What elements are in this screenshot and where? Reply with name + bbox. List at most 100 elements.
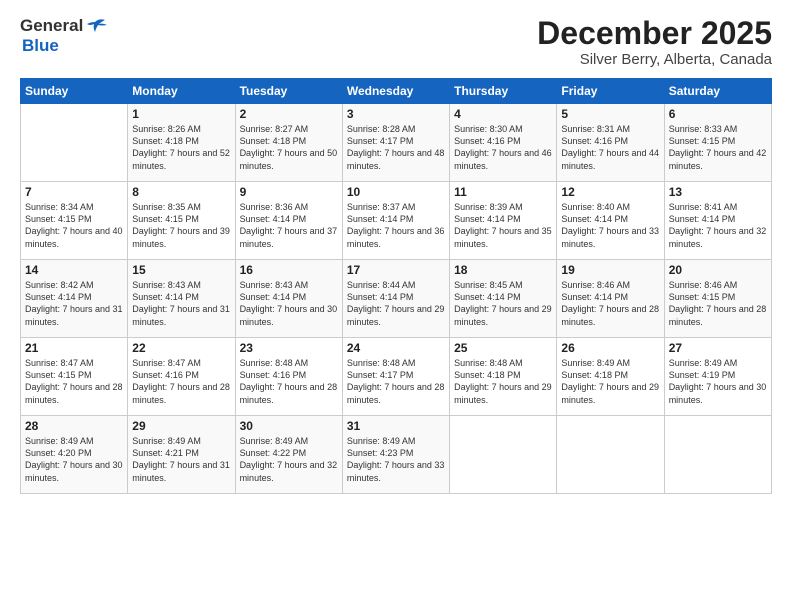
day-number: 11 <box>454 185 552 199</box>
day-number: 31 <box>347 419 445 433</box>
day-info: Sunrise: 8:28 AMSunset: 4:17 PMDaylight:… <box>347 124 445 170</box>
day-info: Sunrise: 8:36 AMSunset: 4:14 PMDaylight:… <box>240 202 338 248</box>
day-info: Sunrise: 8:49 AMSunset: 4:20 PMDaylight:… <box>25 436 123 482</box>
day-number: 6 <box>669 107 767 121</box>
day-number: 2 <box>240 107 338 121</box>
table-row <box>664 416 771 494</box>
location: Silver Berry, Alberta, Canada <box>537 51 772 68</box>
table-row: 14 Sunrise: 8:42 AMSunset: 4:14 PMDayligh… <box>21 260 128 338</box>
table-row <box>450 416 557 494</box>
day-info: Sunrise: 8:44 AMSunset: 4:14 PMDaylight:… <box>347 280 445 326</box>
table-row: 19 Sunrise: 8:46 AMSunset: 4:14 PMDayligh… <box>557 260 664 338</box>
day-info: Sunrise: 8:47 AMSunset: 4:16 PMDaylight:… <box>132 358 230 404</box>
logo-general: General <box>20 16 83 36</box>
day-number: 17 <box>347 263 445 277</box>
day-number: 23 <box>240 341 338 355</box>
day-info: Sunrise: 8:43 AMSunset: 4:14 PMDaylight:… <box>132 280 230 326</box>
calendar-table: Sunday Monday Tuesday Wednesday Thursday… <box>20 78 772 494</box>
table-row: 18Sunrise: 8:45 AMSunset: 4:14 PMDayligh… <box>450 260 557 338</box>
calendar-week-row: 21Sunrise: 8:47 AMSunset: 4:15 PMDayligh… <box>21 338 772 416</box>
day-info: Sunrise: 8:46 AMSunset: 4:15 PMDaylight:… <box>669 280 767 326</box>
table-row: 17 Sunrise: 8:44 AMSunset: 4:14 PMDayligh… <box>342 260 449 338</box>
table-row <box>557 416 664 494</box>
day-number: 4 <box>454 107 552 121</box>
day-info: Sunrise: 8:48 AMSunset: 4:17 PMDaylight:… <box>347 358 445 404</box>
day-info: Sunrise: 8:43 AMSunset: 4:14 PMDaylight:… <box>240 280 338 326</box>
table-row: 5 Sunrise: 8:31 AMSunset: 4:16 PMDaylight… <box>557 104 664 182</box>
page: General Blue December 2025 Silver Berry,… <box>0 0 792 612</box>
day-info: Sunrise: 8:33 AMSunset: 4:15 PMDaylight:… <box>669 124 767 170</box>
day-info: Sunrise: 8:45 AMSunset: 4:14 PMDaylight:… <box>454 280 552 326</box>
day-number: 10 <box>347 185 445 199</box>
table-row: 15 Sunrise: 8:43 AMSunset: 4:14 PMDayligh… <box>128 260 235 338</box>
day-number: 26 <box>561 341 659 355</box>
table-row: 31 Sunrise: 8:49 AMSunset: 4:23 PMDayligh… <box>342 416 449 494</box>
title-block: December 2025 Silver Berry, Alberta, Can… <box>537 16 772 68</box>
day-info: Sunrise: 8:48 AMSunset: 4:18 PMDaylight:… <box>454 358 552 404</box>
table-row <box>21 104 128 182</box>
table-row: 4Sunrise: 8:30 AMSunset: 4:16 PMDaylight… <box>450 104 557 182</box>
day-number: 30 <box>240 419 338 433</box>
day-number: 29 <box>132 419 230 433</box>
col-tuesday: Tuesday <box>235 79 342 104</box>
day-number: 7 <box>25 185 123 199</box>
day-info: Sunrise: 8:49 AMSunset: 4:23 PMDaylight:… <box>347 436 445 482</box>
day-number: 8 <box>132 185 230 199</box>
calendar-header-row: Sunday Monday Tuesday Wednesday Thursday… <box>21 79 772 104</box>
day-info: Sunrise: 8:46 AMSunset: 4:14 PMDaylight:… <box>561 280 659 326</box>
calendar-week-row: 14 Sunrise: 8:42 AMSunset: 4:14 PMDayligh… <box>21 260 772 338</box>
month-title: December 2025 <box>537 16 772 51</box>
table-row: 13Sunrise: 8:41 AMSunset: 4:14 PMDayligh… <box>664 182 771 260</box>
table-row: 16 Sunrise: 8:43 AMSunset: 4:14 PMDayligh… <box>235 260 342 338</box>
day-number: 20 <box>669 263 767 277</box>
table-row: 6 Sunrise: 8:33 AMSunset: 4:15 PMDaylight… <box>664 104 771 182</box>
table-row: 3 Sunrise: 8:28 AMSunset: 4:17 PMDaylight… <box>342 104 449 182</box>
table-row: 1 Sunrise: 8:26 AMSunset: 4:18 PMDaylight… <box>128 104 235 182</box>
day-info: Sunrise: 8:40 AMSunset: 4:14 PMDaylight:… <box>561 202 659 248</box>
day-info: Sunrise: 8:31 AMSunset: 4:16 PMDaylight:… <box>561 124 659 170</box>
calendar-week-row: 1 Sunrise: 8:26 AMSunset: 4:18 PMDaylight… <box>21 104 772 182</box>
day-number: 16 <box>240 263 338 277</box>
day-info: Sunrise: 8:35 AMSunset: 4:15 PMDaylight:… <box>132 202 230 248</box>
day-info: Sunrise: 8:37 AMSunset: 4:14 PMDaylight:… <box>347 202 445 248</box>
day-number: 3 <box>347 107 445 121</box>
table-row: 10 Sunrise: 8:37 AMSunset: 4:14 PMDayligh… <box>342 182 449 260</box>
day-info: Sunrise: 8:47 AMSunset: 4:15 PMDaylight:… <box>25 358 123 404</box>
day-number: 1 <box>132 107 230 121</box>
day-info: Sunrise: 8:26 AMSunset: 4:18 PMDaylight:… <box>132 124 230 170</box>
day-number: 27 <box>669 341 767 355</box>
day-number: 28 <box>25 419 123 433</box>
calendar-week-row: 28 Sunrise: 8:49 AMSunset: 4:20 PMDayligh… <box>21 416 772 494</box>
day-info: Sunrise: 8:49 AMSunset: 4:19 PMDaylight:… <box>669 358 767 404</box>
day-info: Sunrise: 8:42 AMSunset: 4:14 PMDaylight:… <box>25 280 123 326</box>
day-number: 12 <box>561 185 659 199</box>
logo: General Blue <box>20 16 107 56</box>
col-friday: Friday <box>557 79 664 104</box>
day-info: Sunrise: 8:27 AMSunset: 4:18 PMDaylight:… <box>240 124 338 170</box>
table-row: 25Sunrise: 8:48 AMSunset: 4:18 PMDayligh… <box>450 338 557 416</box>
logo-bird-icon <box>85 18 107 34</box>
day-info: Sunrise: 8:49 AMSunset: 4:21 PMDaylight:… <box>132 436 230 482</box>
day-number: 14 <box>25 263 123 277</box>
col-sunday: Sunday <box>21 79 128 104</box>
calendar-week-row: 7 Sunrise: 8:34 AMSunset: 4:15 PMDaylight… <box>21 182 772 260</box>
table-row: 2 Sunrise: 8:27 AMSunset: 4:18 PMDaylight… <box>235 104 342 182</box>
day-number: 22 <box>132 341 230 355</box>
col-monday: Monday <box>128 79 235 104</box>
day-number: 19 <box>561 263 659 277</box>
logo-blue: Blue <box>22 36 59 56</box>
day-info: Sunrise: 8:34 AMSunset: 4:15 PMDaylight:… <box>25 202 123 248</box>
table-row: 30 Sunrise: 8:49 AMSunset: 4:22 PMDayligh… <box>235 416 342 494</box>
day-info: Sunrise: 8:49 AMSunset: 4:18 PMDaylight:… <box>561 358 659 404</box>
col-wednesday: Wednesday <box>342 79 449 104</box>
day-number: 15 <box>132 263 230 277</box>
day-number: 5 <box>561 107 659 121</box>
day-number: 24 <box>347 341 445 355</box>
table-row: 20 Sunrise: 8:46 AMSunset: 4:15 PMDayligh… <box>664 260 771 338</box>
col-saturday: Saturday <box>664 79 771 104</box>
table-row: 11Sunrise: 8:39 AMSunset: 4:14 PMDayligh… <box>450 182 557 260</box>
table-row: 29 Sunrise: 8:49 AMSunset: 4:21 PMDayligh… <box>128 416 235 494</box>
day-info: Sunrise: 8:49 AMSunset: 4:22 PMDaylight:… <box>240 436 338 482</box>
table-row: 9Sunrise: 8:36 AMSunset: 4:14 PMDaylight… <box>235 182 342 260</box>
header: General Blue December 2025 Silver Berry,… <box>20 16 772 68</box>
